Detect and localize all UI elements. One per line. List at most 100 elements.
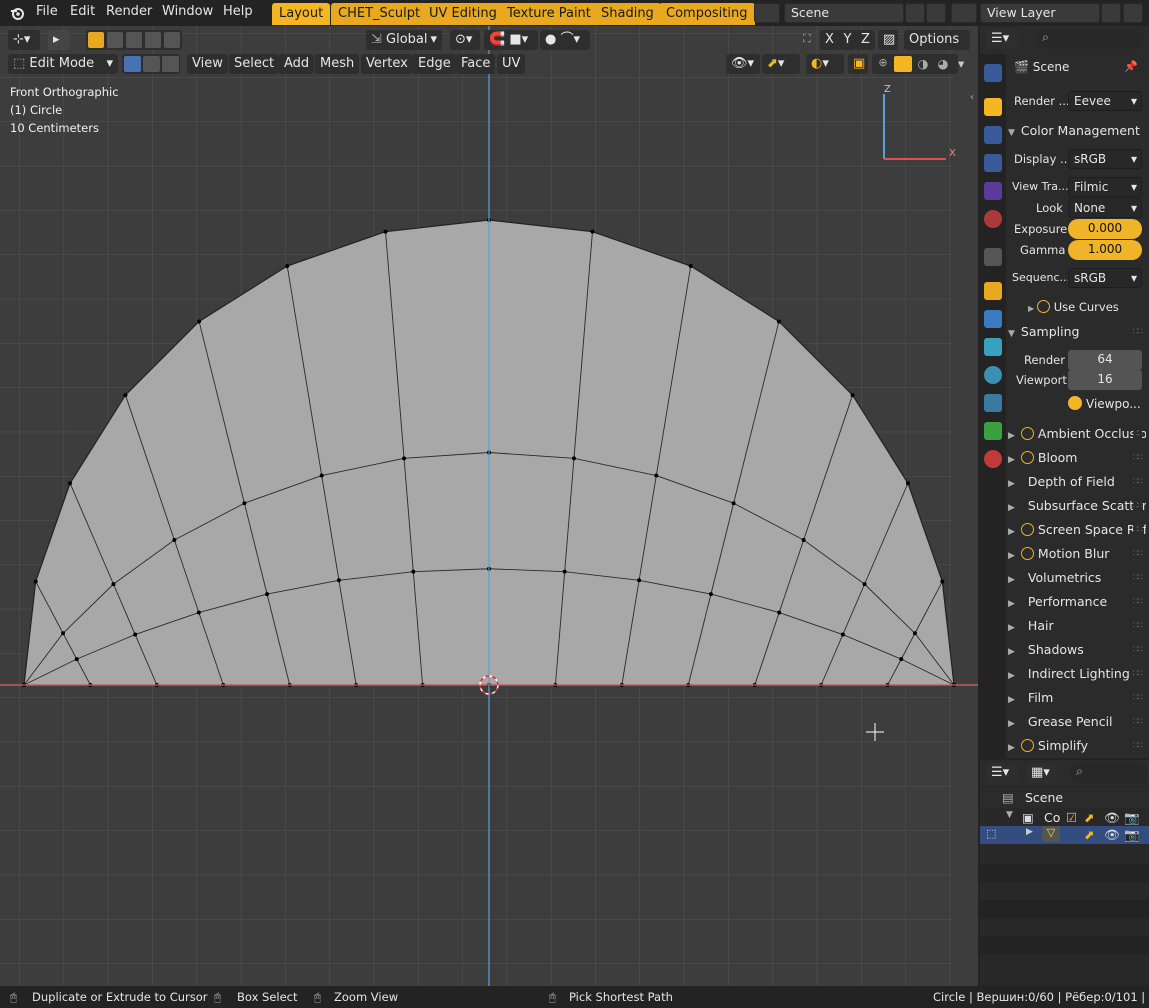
panel-header-indirect-lighting[interactable]: ▶ Indirect Lighting ∷∷ <box>1008 662 1146 686</box>
outliner-editor-type-icon[interactable]: ☰▾ <box>986 763 1018 783</box>
new-view-layer-icon[interactable] <box>1101 3 1121 23</box>
scene-name-field[interactable]: Scene <box>784 3 904 23</box>
blender-logo-icon[interactable] <box>10 6 24 20</box>
view-transform-dropdown[interactable]: Filmic ▾ <box>1068 177 1142 197</box>
expand-arrow-icon[interactable]: ▼ <box>1006 810 1013 820</box>
panel-header-ambient-occlusion[interactable]: ▶ Ambient Occlusion ∷∷ <box>1008 422 1146 446</box>
menu-vertex[interactable]: Vertex <box>361 54 413 74</box>
menu-face[interactable]: Face <box>456 54 496 74</box>
tab-chet-sculpt[interactable]: CHET_Sculpt <box>331 3 428 25</box>
panel-enable-checkbox[interactable] <box>1020 739 1034 752</box>
tab-uv-editing[interactable]: UV Editing <box>422 3 504 25</box>
rendered-shading-icon[interactable]: ◕ <box>934 56 952 72</box>
menu-edit[interactable]: Edit <box>70 4 95 19</box>
exposure-slider[interactable]: 0.000 <box>1068 219 1142 239</box>
editor-type-icon[interactable]: ⊹▾ <box>8 30 40 50</box>
display-device-dropdown[interactable]: sRGB ▾ <box>1068 149 1142 169</box>
viewport-samples-field[interactable]: 16 <box>1068 370 1142 390</box>
viewport-canvas[interactable] <box>0 26 978 986</box>
viewport-denoise-checkbox[interactable] <box>1068 396 1082 410</box>
menu-file[interactable]: File <box>36 4 58 19</box>
material-shading-icon[interactable]: ◑ <box>914 56 932 72</box>
panel-header-bloom[interactable]: ▶ Bloom ∷∷ <box>1008 446 1146 470</box>
pivot-point-icon[interactable]: ⊙▾ <box>450 30 480 50</box>
solid-shading-icon[interactable] <box>894 56 912 72</box>
mirror-z-button[interactable]: Z <box>856 30 875 50</box>
object-render-camera-icon[interactable]: 📷 <box>1124 827 1140 843</box>
object-selectable-icon[interactable]: ⬈ <box>1084 827 1094 842</box>
wireframe-shading-icon[interactable]: ⊕ <box>874 56 892 72</box>
tab-layout[interactable]: Layout <box>272 3 331 25</box>
panel-enable-checkbox[interactable] <box>1020 547 1034 560</box>
color-management-panel-header[interactable]: ▼ Color Management <box>1008 119 1140 143</box>
menu-mesh[interactable]: Mesh <box>315 54 360 74</box>
use-curves-subpanel[interactable]: ▶ Use Curves <box>1028 300 1119 314</box>
data-tab-icon[interactable] <box>984 422 1002 440</box>
modifier-tab-icon[interactable] <box>984 310 1002 328</box>
constraints-tab-icon[interactable] <box>984 394 1002 412</box>
view-layer-tab-icon[interactable] <box>984 154 1002 172</box>
selectable-icon[interactable]: ⬈ <box>1084 810 1094 825</box>
tab-texture-paint[interactable]: Texture Paint <box>500 3 598 25</box>
overlay-toggle-icon[interactable]: ◐▾ <box>806 54 844 74</box>
menu-render[interactable]: Render <box>106 4 152 19</box>
mirror-icon[interactable]: ⛶ <box>803 32 811 46</box>
panel-header-subsurface-scattering[interactable]: ▶Subsurface Scattering∷∷ <box>1008 494 1146 518</box>
menu-edge[interactable]: Edge <box>413 54 456 74</box>
panel-header-depth-of-field[interactable]: ▶ Depth of Field ∷∷ <box>1008 470 1146 494</box>
pin-icon[interactable]: 📌 <box>1124 60 1138 73</box>
xray-toggle-icon[interactable]: ▣ <box>848 54 868 74</box>
select-extend-icon[interactable] <box>107 32 123 48</box>
gizmo-x-label[interactable]: X <box>949 148 956 159</box>
world-tab-icon[interactable] <box>984 210 1002 228</box>
panel-header-grease-pencil[interactable]: ▶ Grease Pencil ∷∷ <box>1008 710 1146 734</box>
tab-shading[interactable]: Shading <box>594 3 661 25</box>
mirror-y-button[interactable]: Y <box>838 30 857 50</box>
transform-orientation-dropdown[interactable]: ⇲ Global ▾ <box>366 30 442 50</box>
auto-merge-icon[interactable]: ▨ <box>878 30 898 50</box>
render-samples-field[interactable]: 64 <box>1068 350 1142 370</box>
tab-compositing[interactable]: Compositing <box>659 3 755 25</box>
proportional-edit-icon[interactable]: ● ⌒▾ <box>540 30 590 50</box>
collection-tab-icon[interactable] <box>984 248 1002 266</box>
material-tab-icon[interactable] <box>984 450 1002 468</box>
output-tab-icon[interactable] <box>984 126 1002 144</box>
panel-header-volumetrics[interactable]: ▶ Volumetrics ∷∷ <box>1008 566 1146 590</box>
menu-window[interactable]: Window <box>162 4 213 19</box>
edit-mode-icon[interactable]: ⬚ <box>986 827 996 840</box>
panel-header-motion-blur[interactable]: ▶ Motion Blur ∷∷ <box>1008 542 1146 566</box>
outliner-row-scene[interactable]: ▤ Scene <box>980 788 1149 808</box>
select-tool-icon[interactable]: ▸ <box>48 30 70 50</box>
view-layer-field[interactable]: View Layer <box>980 3 1100 23</box>
outliner-row-collection[interactable]: ▼ ▣ Co ☑ ⬈ 👁 📷 <box>980 808 1149 828</box>
render-camera-icon[interactable]: 📷 <box>1124 810 1140 826</box>
mode-dropdown[interactable]: ⬚ Edit Mode ▾ <box>8 54 118 74</box>
gizmo-z-label[interactable]: Z <box>884 84 891 95</box>
panel-header-performance[interactable]: ▶ Performance ∷∷ <box>1008 590 1146 614</box>
menu-select[interactable]: Select <box>229 54 280 74</box>
panel-enable-checkbox[interactable] <box>1020 427 1034 440</box>
delete-view-layer-icon[interactable] <box>1123 3 1143 23</box>
edge-select-icon[interactable] <box>143 56 160 72</box>
scene-tab-icon[interactable] <box>984 182 1002 200</box>
mirror-x-button[interactable]: X <box>820 30 839 50</box>
render-tab-icon[interactable] <box>984 98 1002 116</box>
select-invert-icon[interactable] <box>145 32 161 48</box>
view-layer-selector-icon[interactable] <box>951 3 977 23</box>
panel-enable-checkbox[interactable] <box>1020 523 1034 536</box>
sampling-panel-header[interactable]: ▼ Sampling ∷∷ <box>1008 320 1146 344</box>
panel-header-simplify[interactable]: ▶ Simplify ∷∷ <box>1008 734 1146 758</box>
options-dropdown[interactable]: Options ▾ <box>904 30 970 66</box>
face-select-icon[interactable] <box>162 56 179 72</box>
object-expand-arrow-icon[interactable]: ▶ <box>1026 827 1033 837</box>
panel-enable-checkbox[interactable] <box>1020 451 1034 464</box>
outliner-display-mode-icon[interactable]: ▦▾ <box>1026 763 1056 783</box>
vertex-select-icon[interactable] <box>124 56 141 72</box>
new-scene-icon[interactable] <box>905 3 925 23</box>
gamma-slider[interactable]: 1.000 <box>1068 240 1142 260</box>
select-new-icon[interactable] <box>88 32 104 48</box>
properties-editor-type-icon[interactable]: ☰▾ <box>986 29 1020 49</box>
panel-header-shadows[interactable]: ▶ Shadows ∷∷ <box>1008 638 1146 662</box>
properties-search-input[interactable]: ⌕ <box>1036 29 1144 49</box>
scene-selector-icon[interactable] <box>754 3 780 23</box>
